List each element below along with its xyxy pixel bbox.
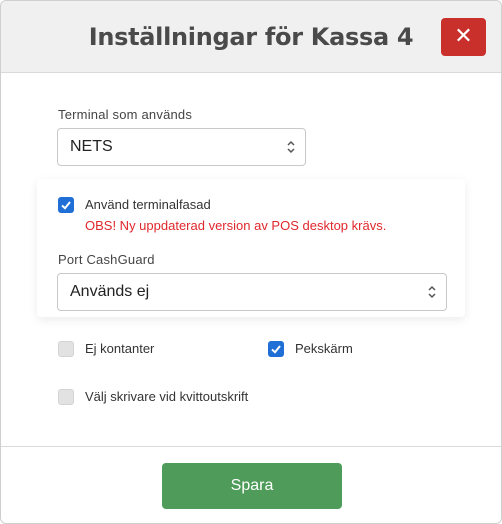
terminal-label: Terminal som används [58,107,193,122]
terminal-facade-checkbox[interactable] [58,197,74,213]
cashguard-select[interactable]: Används ej [57,273,447,311]
dialog-title: Inställningar för Kassa 4 [88,23,414,51]
dialog-header: Inställningar för Kassa 4 ✕ [1,1,501,73]
close-button[interactable]: ✕ [441,18,486,56]
check-icon [271,345,281,354]
choose-printer-label: Välj skrivare vid kvittoutskrift [85,389,249,404]
no-cash-checkbox[interactable] [58,341,74,357]
footer-divider [1,446,501,447]
touchscreen-checkbox[interactable] [268,341,284,357]
times-icon: ✕ [454,24,473,49]
save-button[interactable]: Spara [162,463,342,509]
terminal-select-value: NETS [70,138,113,155]
no-cash-label: Ej kontanter [85,341,155,356]
choose-printer-checkbox[interactable] [58,389,74,405]
touchscreen-label: Pekskärm [295,341,353,356]
chevron-updown-icon [428,285,436,299]
check-icon [61,201,71,210]
chevron-updown-icon [287,140,295,154]
terminal-facade-label: Använd terminalfasad [85,197,211,212]
terminal-facade-warning: OBS! Ny uppdaterad version av POS deskto… [85,218,387,233]
cashguard-label: Port CashGuard [58,252,155,267]
settings-dialog: Inställningar för Kassa 4 ✕ Terminal som… [0,0,502,524]
cashguard-select-value: Används ej [70,283,150,300]
terminal-select[interactable]: NETS [57,128,306,166]
